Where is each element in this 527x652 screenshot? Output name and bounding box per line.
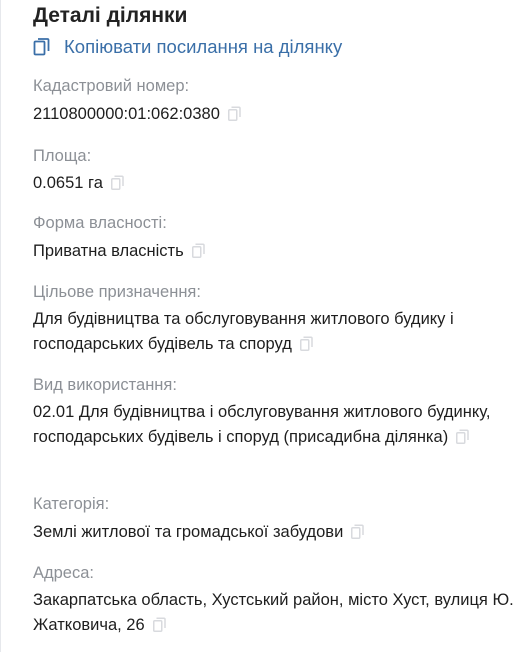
category-field: Землі житлової та громадської забудови xyxy=(33,520,518,545)
category-value: Землі житлової та громадської забудови xyxy=(33,523,344,541)
purpose-field: Для будівництва та обслуговування житлов… xyxy=(33,307,518,357)
purpose-label: Цільове призначення: xyxy=(33,283,201,301)
copy-icon[interactable] xyxy=(191,241,205,258)
copy-icon[interactable] xyxy=(152,615,166,632)
copy-icon[interactable] xyxy=(456,427,469,444)
usage-label: Вид використання: xyxy=(33,376,177,394)
copy-plot-link-button[interactable]: Копіювати посилання на ділянку xyxy=(33,36,342,58)
plot-details-panel: Деталі ділянки Копіювати посилання на ді… xyxy=(0,0,527,652)
usage-value: 02.01 Для будівництва і обслуговування ж… xyxy=(33,403,491,446)
copy-icon[interactable] xyxy=(351,522,365,539)
address-label: Адреса: xyxy=(33,564,94,582)
ownership-field: Приватна власність xyxy=(33,239,518,264)
area-label: Площа: xyxy=(33,147,92,165)
area-value: 0.0651 га xyxy=(33,174,103,192)
cadastral-number-value: 2110800000:01:062:0380 xyxy=(33,105,220,123)
ownership-value: Приватна власність xyxy=(33,242,184,260)
page-title: Деталі ділянки xyxy=(33,4,188,27)
copy-icon[interactable] xyxy=(110,173,124,190)
copy-icon[interactable] xyxy=(299,334,313,351)
copy-icon[interactable] xyxy=(227,104,241,121)
copy-icon xyxy=(33,37,51,57)
purpose-value: Для будівництва та обслуговування житлов… xyxy=(33,310,454,353)
category-label: Категорія: xyxy=(33,495,110,513)
cadastral-number-field: 2110800000:01:062:0380 xyxy=(33,102,518,127)
cadastral-number-label: Кадастровий номер: xyxy=(33,77,190,95)
ownership-label: Форма власності: xyxy=(33,214,167,232)
address-field: Закарпатська область, Хустський район, м… xyxy=(33,588,518,638)
copy-plot-link-label: Копіювати посилання на ділянку xyxy=(64,36,343,57)
usage-field: 02.01 Для будівництва і обслуговування ж… xyxy=(33,400,518,450)
area-field: 0.0651 га xyxy=(33,171,518,196)
address-value: Закарпатська область, Хустський район, м… xyxy=(33,591,514,634)
